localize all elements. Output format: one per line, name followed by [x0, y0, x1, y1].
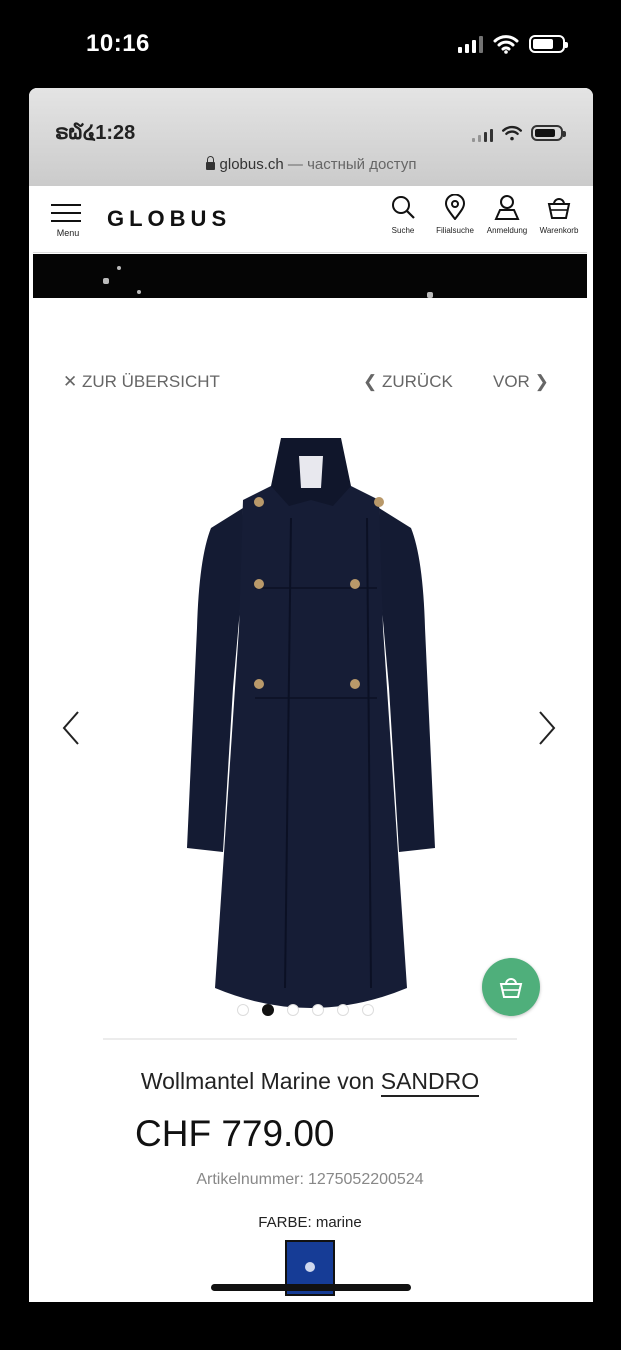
gallery-dot-active[interactable] [262, 1004, 274, 1016]
cart-button[interactable]: Warenkorb [537, 194, 581, 235]
gallery-dot[interactable] [312, 1004, 324, 1016]
gallery-dot[interactable] [337, 1004, 349, 1016]
hamburger-icon [51, 204, 85, 222]
url-bar[interactable]: globus.ch — частный доступ [29, 156, 593, 173]
color-value: marine [315, 1214, 362, 1231]
product-name: Wollmantel Marine von [140, 1068, 375, 1094]
login-button[interactable]: Anmeldung [485, 194, 529, 235]
overview-label: ZUR ÜBERSICHT [81, 372, 220, 391]
divider [103, 1038, 517, 1040]
search-label: Suche [391, 226, 415, 235]
outer-clock: 10:16 [86, 30, 150, 57]
article-number-line: Artikelnummer: 1275052200524 [33, 1171, 587, 1189]
cart-label: Warenkorb [539, 226, 579, 235]
url-domain: globus.ch [219, 156, 284, 173]
store-finder-button[interactable]: Filialsuche [433, 194, 477, 235]
gallery-dot[interactable] [362, 1004, 374, 1016]
search-button[interactable]: Suche [381, 194, 425, 235]
article-label: Artikelnummer: [196, 1171, 304, 1188]
outer-status-bar: 10:16 [0, 0, 621, 90]
back-label: ZURÜCK [381, 372, 453, 391]
inner-clock: ຣ໖໔1:28 [55, 122, 136, 144]
lock-icon [205, 156, 215, 170]
menu-label: Menu [56, 228, 80, 238]
login-label: Anmeldung [486, 226, 528, 235]
url-separator: — [287, 156, 303, 173]
add-to-cart-fab[interactable] [482, 958, 540, 1016]
inner-status-icons [472, 124, 566, 142]
decor-dot [103, 278, 109, 284]
chevron-left-icon: ❮ [363, 372, 378, 391]
gallery-dot[interactable] [287, 1004, 299, 1016]
signal-icon [458, 35, 483, 53]
location-pin-icon [444, 194, 466, 220]
brand-link[interactable]: SANDRO [380, 1068, 480, 1097]
product-nav: ✕ ZUR ÜBERSICHT ❮ ZURÜCK VOR ❯ [33, 368, 587, 398]
gallery-dot[interactable] [237, 1004, 249, 1016]
battery-icon [529, 35, 568, 53]
gallery-next-arrow-icon[interactable] [537, 710, 557, 746]
back-to-overview-link[interactable]: ✕ ZUR ÜBERSICHT [63, 372, 220, 392]
site-header: Menu GLOBUS Suche Filialsuche Anmeldung … [33, 186, 587, 253]
outer-status-icons [458, 34, 568, 54]
product-price: CHF 779.00 [135, 1113, 335, 1154]
gallery-pagination [237, 1004, 374, 1016]
signal-icon [472, 124, 493, 142]
basket-icon [499, 978, 523, 998]
wifi-icon [502, 125, 523, 141]
color-line: FARBE: marine [33, 1214, 587, 1231]
product-image[interactable] [171, 428, 451, 1028]
next-label: VOR [493, 372, 530, 391]
inner-status-and-url: ຣ໖໔1:28 globus.ch — частный доступ [29, 88, 593, 186]
previous-product-link[interactable]: ❮ ZURÜCK [363, 372, 453, 392]
url-subtitle: частный доступ [307, 156, 417, 173]
close-icon: ✕ [63, 372, 78, 391]
decor-dot [117, 266, 121, 270]
color-label: FARBE: [258, 1214, 312, 1231]
inner-screenshot: ຣ໖໔1:28 globus.ch — частный доступ Menu … [29, 88, 593, 1302]
battery-icon [531, 125, 566, 141]
swatch-indicator [305, 1262, 315, 1272]
next-product-link[interactable]: VOR ❯ [493, 372, 549, 392]
search-icon [392, 196, 415, 219]
home-indicator[interactable] [211, 1284, 411, 1291]
menu-button[interactable]: Menu [51, 204, 85, 238]
decor-dot [137, 290, 141, 294]
header-actions: Suche Filialsuche Anmeldung Warenkorb [381, 194, 581, 235]
chevron-right-icon: ❯ [534, 372, 549, 391]
article-number: 1275052200524 [307, 1171, 424, 1188]
store-finder-label: Filialsuche [436, 226, 474, 235]
basket-icon [547, 198, 571, 219]
globus-logo[interactable]: GLOBUS [107, 206, 231, 232]
user-icon [494, 195, 520, 220]
dark-banner [33, 254, 587, 298]
product-title: Wollmantel Marine von SANDRO [33, 1068, 587, 1097]
gallery-prev-arrow-icon[interactable] [61, 710, 81, 746]
wifi-icon [493, 35, 519, 54]
product-content: ✕ ZUR ÜBERSICHT ❮ ZURÜCK VOR ❯ Wollmante… [33, 298, 587, 1302]
